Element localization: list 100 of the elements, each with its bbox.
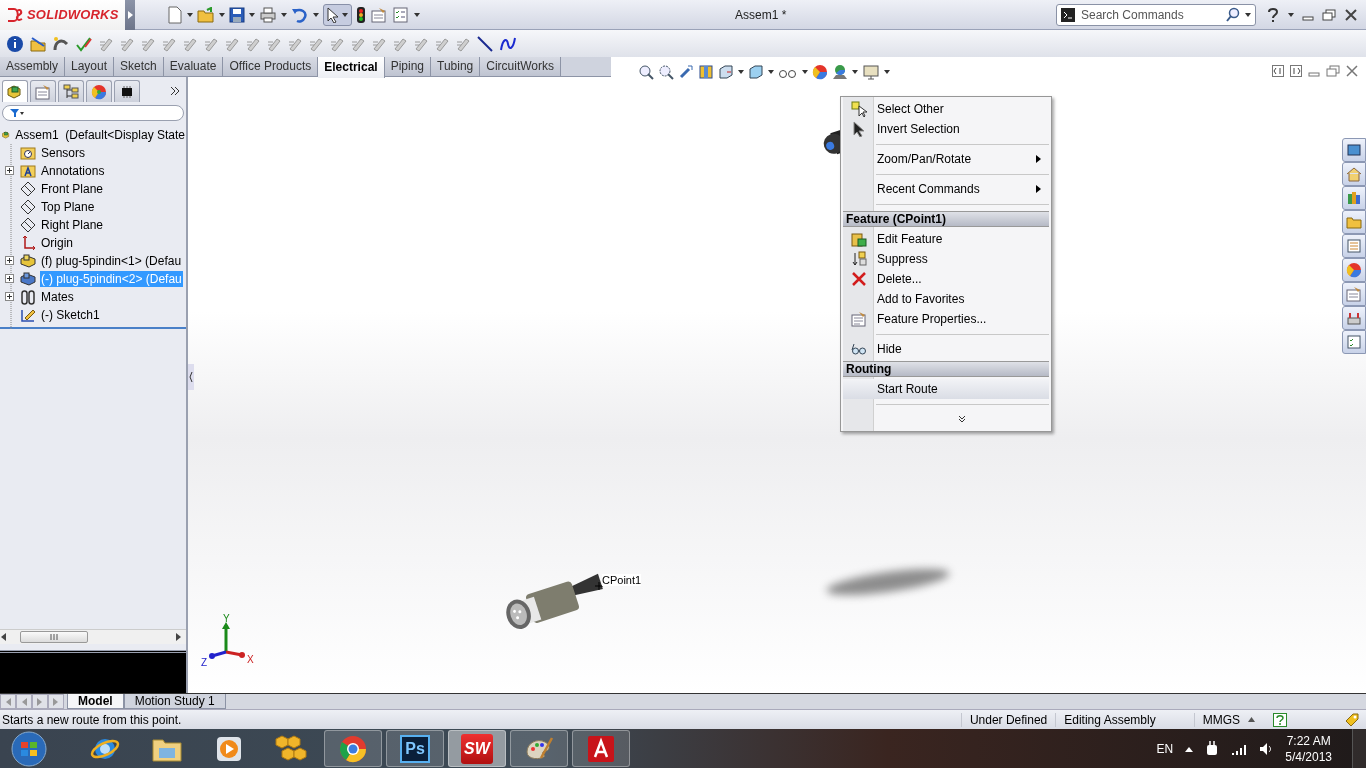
info-icon[interactable] <box>6 34 24 53</box>
caret-icon[interactable] <box>342 12 348 17</box>
caret-icon[interactable] <box>1245 12 1251 17</box>
pointer-icon[interactable] <box>327 6 339 23</box>
menu-item[interactable]: Feature Properties... <box>843 309 1049 329</box>
caret-icon[interactable] <box>852 70 858 74</box>
taskbar-button[interactable] <box>572 730 630 767</box>
clock-date[interactable]: 5/4/2013 <box>1285 748 1332 765</box>
ribbon-tab[interactable]: Piping <box>384 57 431 76</box>
right-arrow-icon[interactable] <box>127 10 133 19</box>
tree-item[interactable]: (-) Sketch1 <box>40 307 101 323</box>
menu-item[interactable]: Add to Favorites <box>843 289 1049 309</box>
display-style-icon[interactable] <box>748 64 764 80</box>
ribbon-tab[interactable]: Electrical <box>318 57 385 78</box>
tree-item[interactable]: Sensors <box>40 145 87 161</box>
menu-item[interactable]: Start Route <box>843 379 1049 399</box>
study-tab[interactable]: Model <box>67 694 124 709</box>
caret-up-icon[interactable] <box>1248 717 1255 722</box>
zoom-area-icon[interactable] <box>658 64 674 80</box>
scroll-left-icon[interactable] <box>0 633 8 641</box>
save-icon[interactable] <box>229 6 245 23</box>
select-button[interactable] <box>323 3 352 26</box>
power-plug-icon[interactable] <box>1205 740 1220 757</box>
menu-flyout-button[interactable] <box>125 0 135 30</box>
menu-item[interactable]: Hide <box>843 339 1049 359</box>
more-tabs-icon[interactable] <box>170 86 180 96</box>
scroll-right-icon[interactable] <box>174 633 182 641</box>
collapse-handle-icon[interactable] <box>188 364 194 390</box>
menu-item[interactable]: Recent Commands <box>843 179 1049 199</box>
caret-icon[interactable] <box>313 12 319 17</box>
print-icon[interactable] <box>259 6 277 23</box>
panel-tab[interactable] <box>114 80 140 102</box>
horizontal-scrollbar[interactable] <box>0 629 186 644</box>
traffic-light-icon[interactable] <box>356 5 366 24</box>
caret-icon[interactable] <box>884 70 890 74</box>
appearance-icon[interactable] <box>812 64 828 80</box>
photoshop-icon[interactable]: Ps <box>400 734 430 763</box>
caret-icon[interactable] <box>768 70 774 74</box>
caret-icon[interactable] <box>414 12 420 17</box>
help-icon[interactable] <box>1266 6 1280 23</box>
restore-icon[interactable] <box>1322 8 1336 21</box>
cable-icon[interactable] <box>52 34 70 53</box>
previous-view-icon[interactable] <box>678 64 694 80</box>
expand-toggle[interactable] <box>5 166 14 175</box>
caret-icon[interactable] <box>219 12 225 17</box>
menu-item[interactable]: Suppress <box>843 249 1049 269</box>
caret-icon[interactable] <box>1288 12 1294 17</box>
scene-icon[interactable] <box>832 64 848 80</box>
view-orientation-icon[interactable] <box>718 64 734 80</box>
menu-item[interactable]: Select Other <box>843 99 1049 119</box>
search-box[interactable]: Search Commands <box>1056 3 1256 26</box>
ribbon-tab[interactable]: Sketch <box>114 57 164 76</box>
tree-item[interactable]: Annotations <box>40 163 106 179</box>
expand-menu-icon[interactable] <box>957 415 966 423</box>
taskbar-button[interactable]: Ps <box>386 730 444 767</box>
caret-icon[interactable] <box>249 12 255 17</box>
undo-icon[interactable] <box>291 6 309 23</box>
ribbon-tab[interactable]: Office Products <box>223 57 319 76</box>
expand-toggle[interactable] <box>5 274 14 283</box>
collapse-panel-icon[interactable] <box>1272 65 1284 77</box>
language-indicator[interactable]: EN <box>1156 741 1174 756</box>
tree-item[interactable]: Mates <box>40 289 75 305</box>
monitor-icon[interactable] <box>862 64 880 80</box>
taskbar-button[interactable]: SW <box>448 730 506 767</box>
taskbar-button[interactable] <box>510 730 568 767</box>
clock-time[interactable]: 7:22 AM <box>1286 732 1331 749</box>
caret-icon[interactable] <box>281 12 287 17</box>
tree-item[interactable]: Front Plane <box>40 181 105 197</box>
search-icon[interactable] <box>1225 6 1241 23</box>
search-field[interactable]: Search Commands <box>1079 6 1221 23</box>
ribbon-tab[interactable]: Evaluate <box>163 57 224 76</box>
section-view-icon[interactable] <box>698 64 714 80</box>
checklist-icon[interactable] <box>392 6 410 23</box>
restore-icon[interactable] <box>1326 65 1340 77</box>
menu-item[interactable]: Invert Selection <box>843 119 1049 139</box>
menu-item[interactable]: Delete... <box>843 269 1049 289</box>
tree-item[interactable]: (f) plug-5pindin<1> (Defau <box>40 253 183 269</box>
tag-icon[interactable] <box>1344 711 1360 728</box>
ribbon-tab[interactable]: CircuitWorks <box>480 57 562 76</box>
line-icon[interactable] <box>476 34 494 53</box>
tree-item[interactable]: Origin <box>40 235 74 251</box>
menu-item[interactable]: Zoom/Pan/Rotate <box>843 149 1049 169</box>
expand-panel-icon[interactable] <box>1290 65 1302 77</box>
ribbon-tab[interactable]: Layout <box>65 57 115 76</box>
caret-icon[interactable] <box>738 70 744 74</box>
tree-item[interactable]: Right Plane <box>40 217 105 233</box>
speaker-icon[interactable] <box>1259 741 1274 756</box>
tray-arrow-icon[interactable] <box>1185 745 1194 752</box>
taskbar-button[interactable] <box>324 730 382 767</box>
caret-icon[interactable] <box>187 12 193 17</box>
filter-icon[interactable] <box>9 108 25 118</box>
ribbon-tab[interactable]: Assembly <box>0 57 65 76</box>
filter-field[interactable] <box>2 105 184 121</box>
ribbon-tab[interactable]: Tubing <box>431 57 481 76</box>
menu-item[interactable]: Edit Feature <box>843 229 1049 249</box>
expand-toggle[interactable] <box>5 292 14 301</box>
solidworks-icon[interactable]: SW <box>461 733 493 764</box>
close-icon[interactable] <box>1344 8 1358 21</box>
close-icon[interactable] <box>1346 65 1358 77</box>
route-icon[interactable] <box>29 34 47 53</box>
